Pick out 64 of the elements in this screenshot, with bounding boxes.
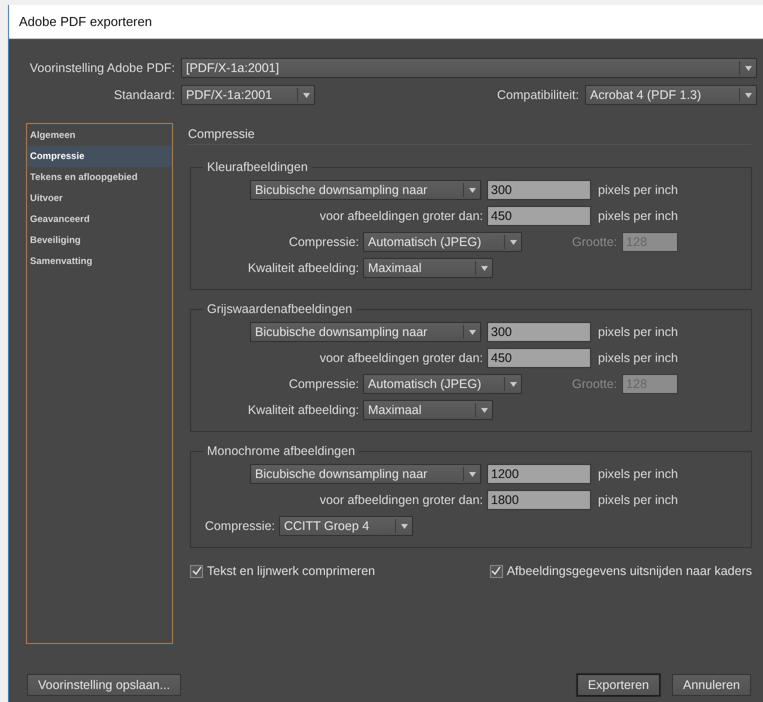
caret-icon (744, 92, 752, 98)
dialog-button[interactable]: Annuleren (672, 674, 751, 696)
threshold-label: voor afbeeldingen groter dan: (318, 209, 483, 223)
threshold-field[interactable]: 450 (487, 348, 591, 368)
checkbox[interactable] (490, 564, 503, 578)
threshold-field[interactable]: 450 (487, 206, 591, 226)
checkbox-option[interactable]: Tekst en lijnwerk comprimeren (190, 564, 376, 578)
caret-icon (468, 330, 476, 334)
checkbox-option[interactable]: Afbeeldingsgegevens uitsnijden naar kaders (490, 564, 752, 578)
checkbox[interactable] (190, 564, 203, 578)
sidebar-item[interactable]: Samenvatting (27, 251, 172, 272)
threshold-field[interactable]: 1800 (487, 490, 591, 510)
sidebar-item[interactable]: Uitvoer (27, 188, 172, 209)
sidebar-item[interactable]: Beveiliging (27, 230, 172, 251)
compression-label: Compressie: (204, 519, 275, 533)
sidebar-item[interactable]: Geavanceerd (27, 209, 172, 230)
quality-label: Kwaliteit afbeelding: (246, 261, 359, 275)
window-title: Adobe PDF exporteren (19, 14, 152, 29)
downsampling-dropdown[interactable]: Bicubische downsampling naar (250, 464, 481, 484)
compatibility-label: Compatibiliteit: (497, 88, 579, 102)
caret-icon (510, 240, 516, 244)
sidebar-item[interactable]: Algemeen (27, 125, 172, 146)
standard-dropdown[interactable]: PDF/X-1a:2001 (181, 85, 315, 105)
preset-dropdown[interactable]: [PDF/X-1a:2001] (181, 58, 757, 78)
group-title: Monochrome afbeeldingen (206, 444, 356, 458)
quality-dropdown[interactable]: Maximaal (363, 258, 493, 278)
sidebar-item[interactable]: Compressie (27, 146, 172, 167)
section-title: Compressie (187, 123, 752, 145)
unit-label: pixels per inch (598, 467, 678, 481)
caret-icon (510, 382, 516, 386)
compression-dropdown[interactable]: CCITT Groep 4 (279, 516, 413, 536)
threshold-label: voor afbeeldingen groter dan: (318, 351, 483, 365)
caret-icon (744, 66, 752, 70)
size-label: Grootte: (572, 377, 618, 391)
group-title: Grijswaardenafbeeldingen (206, 302, 354, 316)
group-title: Kleurafbeeldingen (206, 160, 309, 174)
unit-label: pixels per inch (598, 351, 678, 365)
compression-label: Compressie: (288, 235, 359, 249)
caret-icon (468, 472, 476, 476)
resolution-field[interactable]: 300 (487, 180, 591, 200)
standard-label: Standaard: (112, 88, 175, 102)
dialog-button[interactable]: Voorinstelling opslaan... (27, 674, 182, 696)
unit-label: pixels per inch (598, 493, 678, 507)
compression-label: Compressie: (288, 377, 359, 391)
unit-label: pixels per inch (598, 183, 678, 197)
quality-label: Kwaliteit afbeelding: (246, 403, 359, 417)
unit-label: pixels per inch (598, 209, 678, 223)
caret-icon (480, 266, 488, 270)
caret-icon (302, 92, 310, 98)
resolution-field[interactable]: 300 (487, 322, 591, 342)
caret-icon (480, 408, 488, 412)
sidebar-item[interactable]: Tekens en afloopgebied (27, 167, 172, 188)
size-label: Grootte: (572, 235, 618, 249)
resolution-field[interactable]: 1200 (487, 464, 591, 484)
quality-dropdown[interactable]: Maximaal (363, 400, 493, 420)
downsampling-dropdown[interactable]: Bicubische downsampling naar (250, 322, 481, 342)
compatibility-dropdown[interactable]: Acrobat 4 (PDF 1.3) (585, 85, 757, 105)
caret-icon (468, 188, 476, 192)
preset-label: Voorinstelling Adobe PDF: (28, 61, 175, 75)
unit-label: pixels per inch (598, 325, 678, 339)
dialog-button[interactable]: Exporteren (576, 674, 660, 696)
threshold-label: voor afbeeldingen groter dan: (318, 493, 483, 507)
downsampling-dropdown[interactable]: Bicubische downsampling naar (250, 180, 481, 200)
caret-icon (400, 524, 408, 528)
